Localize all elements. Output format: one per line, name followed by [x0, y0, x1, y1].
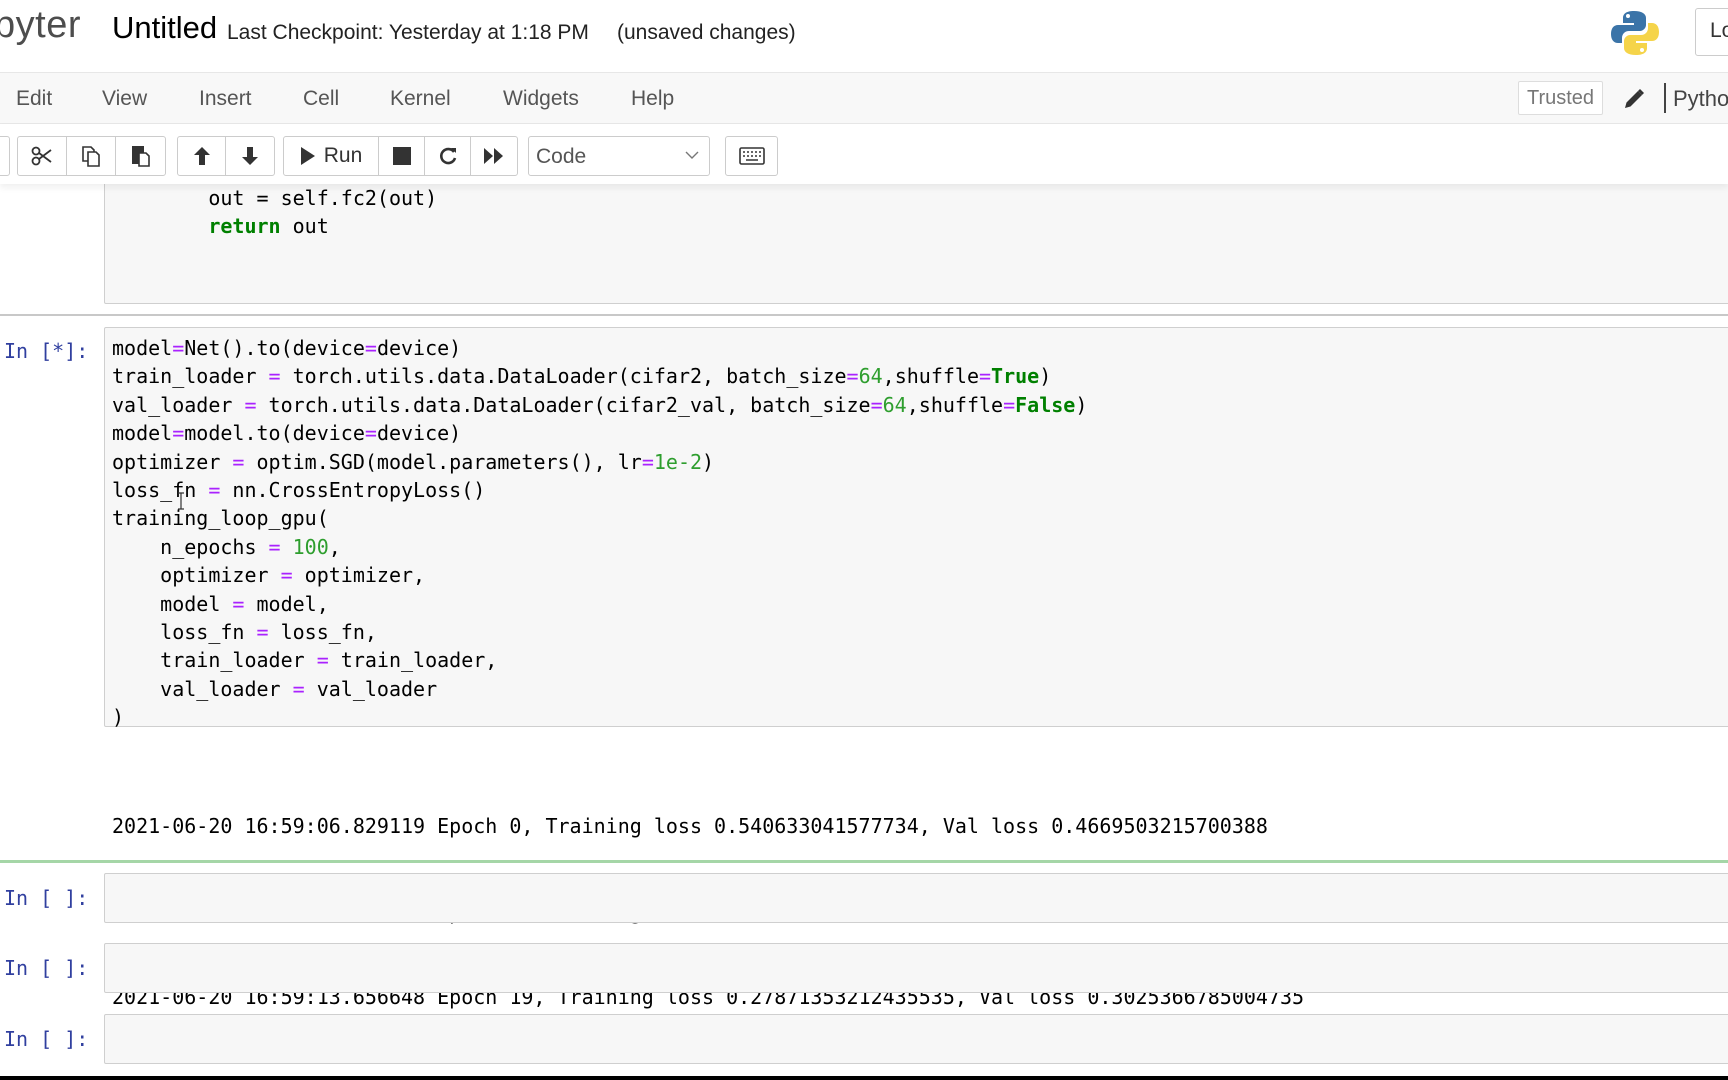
cell-prompt: In [ ]: [4, 956, 89, 980]
paste-icon [131, 146, 150, 167]
jupyter-logo[interactable]: pyter [0, 4, 81, 47]
fast-forward-icon [484, 148, 503, 164]
kernel-name[interactable]: Pytho [1673, 86, 1728, 112]
menu-insert[interactable]: Insert [199, 87, 252, 111]
code-line: loss_fn = loss_fn, [112, 620, 377, 645]
menu-view[interactable]: View [102, 87, 147, 111]
cell-separator [0, 314, 1728, 316]
toolbar: Run Code [0, 124, 1728, 184]
previous-cell-input[interactable]: out = self.fc2(out) return out [104, 164, 1728, 304]
save-group [0, 136, 10, 176]
run-button[interactable]: Run [284, 137, 379, 175]
code-line: model = model, [112, 591, 329, 616]
menubar: Edit View Insert Cell Kernel Widgets Hel… [0, 72, 1728, 124]
empty-cell-input[interactable] [104, 943, 1728, 993]
code-line: loss_fn = nn.CrossEntropyLoss() [112, 478, 486, 503]
pencil-icon[interactable] [1622, 87, 1646, 111]
interrupt-button[interactable] [379, 137, 425, 175]
move-down-button[interactable] [226, 137, 274, 175]
keyboard-icon [738, 147, 765, 165]
cell-type-value: Code [536, 145, 587, 168]
code-line: optimizer = optimizer, [112, 563, 426, 588]
code-line: training_loop_gpu( [112, 506, 329, 531]
code-line: model=Net().to(device=device) [112, 336, 462, 360]
run-all-button[interactable] [471, 137, 517, 175]
play-icon [300, 147, 315, 165]
chevron-down-icon [685, 151, 699, 159]
menu-edit[interactable]: Edit [16, 87, 52, 111]
selected-cell-border [0, 860, 1728, 863]
copy-icon [82, 146, 100, 167]
output-line: 2021-06-20 16:59:06.829119 Epoch 0, Trai… [112, 814, 1268, 838]
run-group: Run [283, 136, 518, 176]
notebook-name[interactable]: Untitled [112, 10, 217, 46]
cut-icon [31, 146, 52, 166]
code-line: n_epochs = 100, [112, 534, 341, 559]
code-line: optimizer = optim.SGD(model.parameters()… [112, 449, 715, 474]
empty-cell-input[interactable] [104, 873, 1728, 923]
move-group [177, 136, 275, 176]
move-up-button[interactable] [178, 137, 226, 175]
code-text: out = self.fc2(out) [112, 186, 438, 210]
trusted-indicator[interactable]: Trusted [1518, 81, 1603, 115]
running-cell-input[interactable]: model=Net().to(device=device) train_loade… [104, 327, 1728, 729]
copy-button[interactable] [67, 137, 116, 175]
python-logo-icon [1611, 11, 1659, 55]
cell-prompt: In [*]: [4, 339, 89, 363]
notebook-container: out = self.fc2(out) return out In [*]: m… [0, 164, 1728, 1080]
code-line: model=model.to(device=device) [112, 421, 462, 446]
paste-button[interactable] [116, 137, 165, 175]
save-button[interactable] [0, 137, 9, 175]
keyword-return: return [208, 214, 281, 238]
code-line: ) [112, 705, 125, 730]
code-line: val_loader = val_loader [112, 676, 438, 701]
cell-prompt: In [ ]: [4, 1027, 89, 1051]
cell-prompt: In [ ]: [4, 886, 89, 910]
empty-cell-input[interactable] [104, 1014, 1728, 1064]
code-line: out = self.fc2(out) [112, 184, 437, 212]
text-cursor-icon [178, 492, 184, 510]
restart-icon [439, 147, 456, 165]
menu-widgets[interactable]: Widgets [503, 87, 579, 111]
command-palette-button[interactable] [725, 136, 778, 176]
header: pyter Untitled Last Checkpoint: Yesterda… [0, 0, 1728, 72]
arrow-up-icon [193, 147, 210, 165]
code-line: train_loader = torch.utils.data.DataLoad… [112, 364, 1052, 389]
code-line: return out [208, 214, 329, 238]
checkpoint-status: Last Checkpoint: Yesterday at 1:18 PM [227, 21, 589, 44]
code-editor[interactable]: model=Net().to(device=device) train_loade… [112, 334, 1087, 732]
run-label: Run [323, 144, 363, 167]
menu-kernel[interactable]: Kernel [390, 87, 451, 111]
unsaved-changes-indicator: (unsaved changes) [617, 21, 796, 44]
restart-button[interactable] [425, 137, 471, 175]
stop-icon [392, 147, 411, 165]
arrow-down-icon [242, 147, 258, 165]
cell-type-select[interactable]: Code [528, 136, 710, 176]
kernel-separator [1664, 83, 1666, 113]
code-line: train_loader = train_loader, [112, 648, 498, 673]
edit-group [17, 136, 166, 176]
code-line: val_loader = torch.utils.data.DataLoader… [112, 392, 1088, 417]
menu-cell[interactable]: Cell [303, 87, 339, 111]
logout-button[interactable]: Lo [1695, 8, 1728, 56]
window-bottom-edge [0, 1076, 1728, 1080]
cut-button[interactable] [18, 137, 67, 175]
menu-help[interactable]: Help [631, 87, 674, 111]
